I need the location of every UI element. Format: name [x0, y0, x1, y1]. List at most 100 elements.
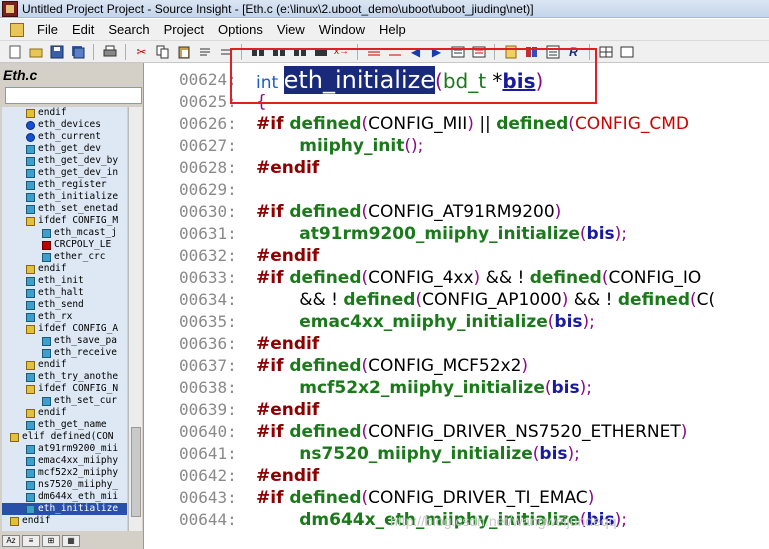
symbol-filter-input[interactable]	[5, 87, 142, 104]
code-line[interactable]: 00627: miiphy_init();	[145, 135, 769, 157]
code-line[interactable]: 00630: #if defined(CONFIG_AT91RM9200)	[145, 201, 769, 223]
func-symbol-icon	[26, 456, 35, 466]
symbol-list-item[interactable]: eth_mcast_j	[2, 227, 127, 239]
func-symbol-icon	[26, 492, 35, 502]
tree-view-icon[interactable]: ⊞	[42, 535, 60, 547]
new-file-icon[interactable]	[6, 44, 23, 60]
copy-icon[interactable]	[154, 44, 171, 60]
code-line[interactable]: 00628: #endif	[145, 157, 769, 179]
symbol-list-item[interactable]: mcf52x2_miiphy	[2, 467, 127, 479]
undo-icon[interactable]	[196, 44, 213, 60]
symbol-list-item[interactable]: eth_get_dev	[2, 143, 127, 155]
symbol-list-item[interactable]: eth_get_name	[2, 419, 127, 431]
line-number: 00628:	[179, 158, 237, 177]
paste-icon[interactable]	[175, 44, 192, 60]
func-symbol-icon	[26, 480, 35, 490]
symbol-list-item[interactable]: eth_try_anothe	[2, 371, 127, 383]
symbol-list-item[interactable]: ns7520_miiphy_	[2, 479, 127, 491]
menu-file[interactable]: File	[30, 22, 65, 37]
symbol-list-item[interactable]: eth_set_enetad	[2, 203, 127, 215]
symbol-list-item[interactable]: eth_current	[2, 131, 127, 143]
symbol-list-item[interactable]: eth_save_pa	[2, 335, 127, 347]
ifdef-symbol-icon	[26, 360, 35, 370]
symbol-list-item[interactable]: eth_halt	[2, 287, 127, 299]
symbol-list-item[interactable]: eth_init	[2, 275, 127, 287]
open-file-icon[interactable]	[27, 44, 44, 60]
symbol-list-item[interactable]: ether_crc	[2, 251, 127, 263]
symbol-list-item[interactable]: eth_initialize	[2, 191, 127, 203]
symbol-label: eth_get_name	[38, 419, 107, 430]
symbol-list[interactable]: endif eth_devices eth_current eth_get_dev et…	[2, 107, 127, 531]
code-line[interactable]: 00634: && ! defined(CONFIG_AP1000) && ! …	[145, 289, 769, 311]
menu-view[interactable]: View	[270, 22, 312, 37]
window-icon[interactable]	[618, 44, 635, 60]
menu-help[interactable]: Help	[372, 22, 413, 37]
symbol-list-scrollbar[interactable]	[128, 107, 142, 531]
symbol-list-item[interactable]: eth_devices	[2, 119, 127, 131]
symbol-list-item[interactable]: endif	[2, 515, 127, 527]
symbol-list-item[interactable]: elif defined(CON	[2, 431, 127, 443]
code-line[interactable]: 00632: #endif	[145, 245, 769, 267]
symbol-list-item[interactable]: eth_initialize	[2, 503, 127, 515]
menu-search[interactable]: Search	[101, 22, 156, 37]
code-line[interactable]: 00641: ns7520_miiphy_initialize(bis);	[145, 443, 769, 465]
menu-project[interactable]: Project	[157, 22, 211, 37]
sort-icon[interactable]: Az	[2, 535, 20, 547]
code-line[interactable]: 00635: emac4xx_miiphy_initialize(bis);	[145, 311, 769, 333]
symbol-list-item[interactable]: eth_receive	[2, 347, 127, 359]
code-line[interactable]: 00642: #endif	[145, 465, 769, 487]
symbol-list-item[interactable]: eth_send	[2, 299, 127, 311]
list-view-icon[interactable]: ≡	[22, 535, 40, 547]
code-line[interactable]: 00638: mcf52x2_miiphy_initialize(bis);	[145, 377, 769, 399]
symbol-list-item[interactable]: dm644x_eth_mii	[2, 491, 127, 503]
menu-options[interactable]: Options	[211, 22, 270, 37]
symbol-list-item[interactable]: endif	[2, 359, 127, 371]
symbol-list-item[interactable]: CRCPOLY_LE	[2, 239, 127, 251]
menu-edit[interactable]: Edit	[65, 22, 101, 37]
symbol-list-item[interactable]: eth_rx	[2, 311, 127, 323]
settings-icon[interactable]: ▦	[62, 535, 80, 547]
code-text: #endif	[256, 400, 320, 420]
line-number: 00638:	[179, 378, 237, 397]
symbol-list-item[interactable]: endif	[2, 107, 127, 119]
document-menu-icon[interactable]	[10, 22, 24, 37]
symbol-list-item[interactable]: eth_get_dev_in	[2, 167, 127, 179]
symbol-list-item[interactable]: eth_set_cur	[2, 395, 127, 407]
code-line[interactable]: 00631: at91rm9200_miiphy_initialize(bis)…	[145, 223, 769, 245]
symbol-label: eth_rx	[38, 311, 73, 322]
code-text: #if defined(CONFIG_MCF52x2)	[256, 356, 529, 376]
symbol-list-item[interactable]: ifdef CONFIG_N	[2, 383, 127, 395]
symbol-list-item[interactable]: emac4xx_miiphy	[2, 455, 127, 467]
save-all-icon[interactable]	[69, 44, 86, 60]
symbol-label: elif defined(CON	[22, 431, 114, 442]
code-line[interactable]: 00639: #endif	[145, 399, 769, 421]
symbol-list-item[interactable]: eth_register	[2, 179, 127, 191]
grid-icon[interactable]	[597, 44, 614, 60]
symbol-list-item[interactable]: at91rm9200_mii	[2, 443, 127, 455]
save-icon[interactable]	[48, 44, 65, 60]
code-line[interactable]: 00626: #if defined(CONFIG_MII) || defined…	[145, 113, 769, 135]
code-line[interactable]: 00640: #if defined(CONFIG_DRIVER_NS7520_E…	[145, 421, 769, 443]
print-icon[interactable]	[101, 44, 118, 60]
code-line[interactable]: 00643: #if defined(CONFIG_DRIVER_TI_EMAC)	[145, 487, 769, 509]
symbol-label: ifdef CONFIG_M	[38, 215, 119, 226]
app-icon	[2, 0, 18, 17]
line-number: 00637:	[179, 356, 237, 375]
symbol-list-item[interactable]: ifdef CONFIG_M	[2, 215, 127, 227]
symbol-list-item[interactable]: ifdef CONFIG_A	[2, 323, 127, 335]
scrollbar-thumb[interactable]	[131, 427, 141, 517]
menu-window[interactable]: Window	[312, 22, 372, 37]
code-text: ns7520_miiphy_initialize(bis);	[299, 444, 580, 464]
code-line[interactable]: 00633: #if defined(CONFIG_4xx) && ! defin…	[145, 267, 769, 289]
symbol-list-item[interactable]: endif	[2, 263, 127, 275]
code-line[interactable]: 00637: #if defined(CONFIG_MCF52x2)	[145, 355, 769, 377]
symbol-list-item[interactable]: endif	[2, 407, 127, 419]
symbol-list-item[interactable]: eth_get_dev_by	[2, 155, 127, 167]
code-editor[interactable]: 00624: int eth_initialize(bd_t *bis) 00625…	[145, 63, 769, 549]
line-number: 00643:	[179, 488, 237, 507]
code-line[interactable]: 00629:	[145, 179, 769, 201]
cut-icon[interactable]: ✂	[133, 44, 150, 60]
code-line[interactable]: 00636: #endif	[145, 333, 769, 355]
symbol-label: ether_crc	[54, 251, 106, 262]
func-symbol-icon	[26, 156, 35, 166]
